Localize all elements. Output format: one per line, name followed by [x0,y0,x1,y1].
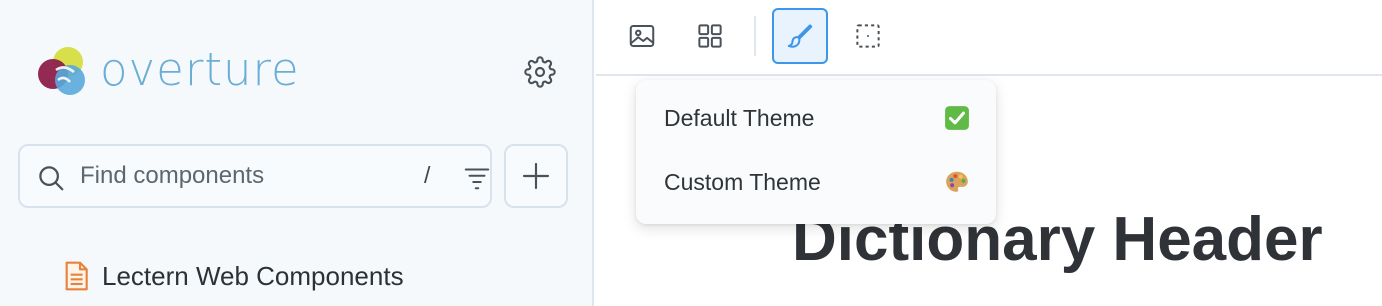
app-window: overture / [0,0,1382,306]
settings-button[interactable] [520,52,560,92]
tree-item-lectern-web-components[interactable]: Lectern Web Components [62,256,404,296]
theme-button[interactable] [772,8,828,64]
grid-button[interactable] [682,8,738,64]
search-icon [39,166,64,191]
plus-icon [522,162,550,190]
check-mark-icon [945,106,969,130]
add-component-button[interactable] [504,144,568,208]
outline-button[interactable] [840,8,896,64]
menu-item-label: Custom Theme [664,168,821,195]
outline-icon [856,24,880,48]
overture-logo-mark [38,47,85,95]
document-icon [65,261,88,291]
search-input[interactable] [80,156,400,196]
menu-item-default-theme[interactable]: Default Theme [636,86,996,150]
overture-logo[interactable]: overture [34,42,300,98]
paintbrush-icon [787,24,813,48]
filter-icon[interactable] [462,162,492,192]
preview-toolbar [596,0,1382,76]
palette-icon [946,171,968,192]
toolbar-separator [754,16,756,56]
tree-item-label: Lectern Web Components [102,260,404,291]
image-icon [629,25,655,47]
image-button[interactable] [614,8,670,64]
search-shortcut-hint: / [424,162,431,188]
theme-menu: Default Theme Custom Theme [636,80,996,224]
logo-text: overture [100,43,300,96]
menu-item-label: Default Theme [664,104,815,131]
sidebar: overture / [0,0,594,306]
search-box: / [18,144,492,208]
gear-icon [524,56,556,88]
grid-icon [698,24,722,48]
menu-item-custom-theme[interactable]: Custom Theme [636,150,996,214]
